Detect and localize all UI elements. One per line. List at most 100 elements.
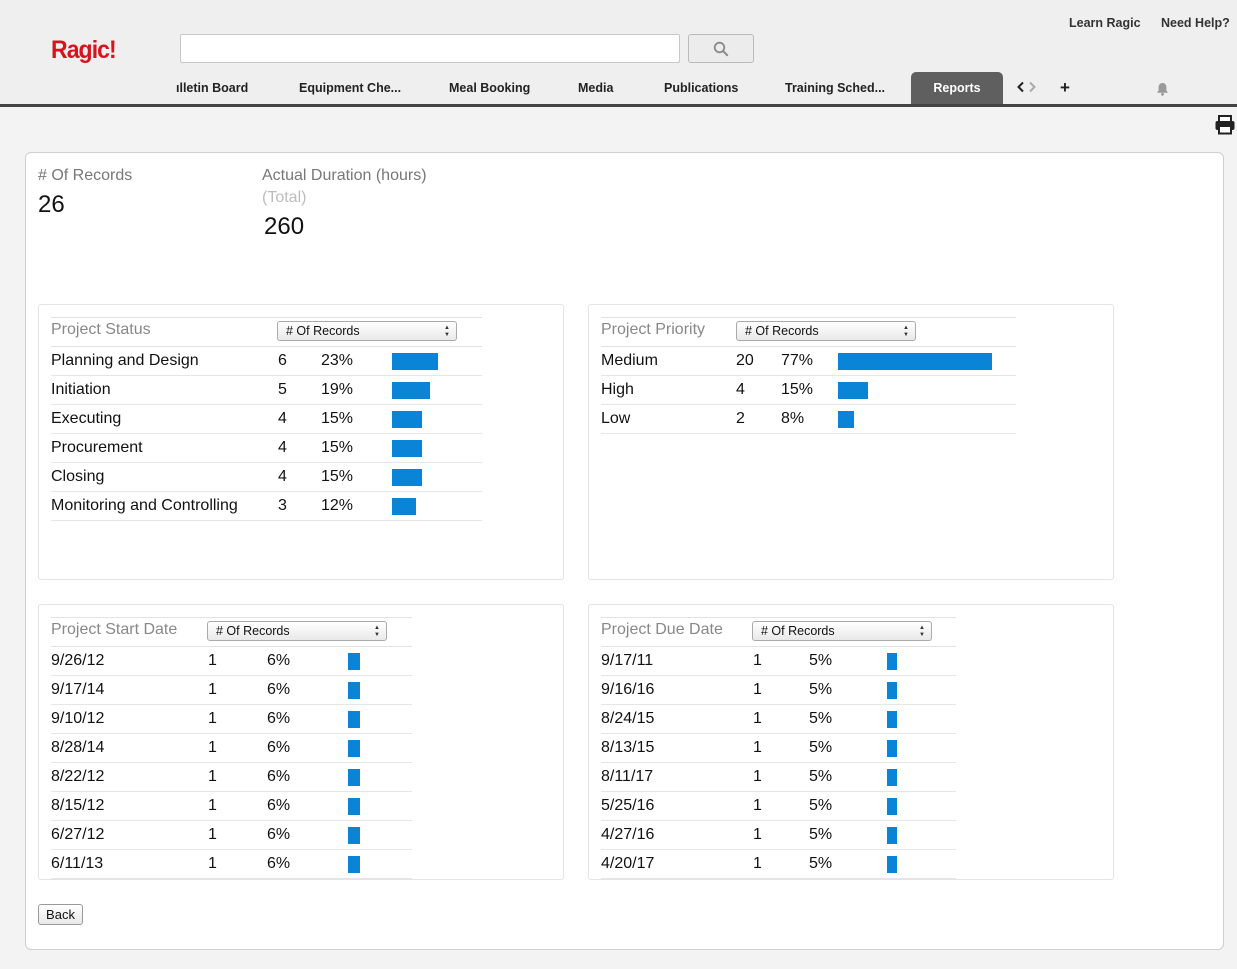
- table-row[interactable]: 6/11/13 1 6%: [51, 850, 412, 879]
- row-percent: 5%: [809, 768, 833, 785]
- table-row[interactable]: 9/10/12 1 6%: [51, 705, 412, 734]
- project-start-date-title: Project Start Date: [51, 621, 178, 638]
- row-label: 6/27/12: [51, 826, 105, 843]
- row-count: 6: [278, 352, 287, 369]
- tab-equipment-checkout[interactable]: Equipment Che...: [299, 72, 401, 104]
- row-bar: [887, 798, 897, 815]
- ragic-logo[interactable]: Ragic!: [51, 36, 117, 65]
- table-row[interactable]: 6/27/12 1 6%: [51, 821, 412, 850]
- search-button[interactable]: [688, 34, 754, 63]
- project-start-date-metric-select[interactable]: # Of Records ▲ ▼: [207, 621, 387, 641]
- tab-meal-booking[interactable]: Meal Booking: [449, 72, 530, 104]
- table-row[interactable]: Initiation 5 19%: [51, 376, 482, 405]
- row-bar: [392, 382, 430, 399]
- row-count: 1: [753, 855, 762, 872]
- table-row[interactable]: 8/13/15 1 5%: [601, 734, 956, 763]
- row-label: 8/24/15: [601, 710, 655, 727]
- bell-icon[interactable]: [1156, 82, 1169, 99]
- row-label: Planning and Design: [51, 352, 199, 369]
- row-percent: 23%: [321, 352, 354, 369]
- table-row[interactable]: 9/17/14 1 6%: [51, 676, 412, 705]
- print-icon[interactable]: [1214, 115, 1236, 140]
- row-bar: [348, 856, 360, 873]
- project-priority-metric-select[interactable]: # Of Records ▲ ▼: [736, 321, 916, 341]
- tab-training-schedule[interactable]: Training Sched...: [785, 72, 885, 104]
- select-arrows-icon: ▲ ▼: [903, 325, 909, 338]
- project-status-header-line: [51, 317, 482, 318]
- table-row[interactable]: 8/11/17 1 5%: [601, 763, 956, 792]
- table-row[interactable]: Executing 4 15%: [51, 405, 482, 434]
- row-bar: [348, 769, 360, 786]
- project-priority-title: Project Priority: [601, 321, 706, 338]
- row-bar: [392, 353, 438, 370]
- table-row[interactable]: 4/27/16 1 5%: [601, 821, 956, 850]
- learn-ragic-link[interactable]: Learn Ragic: [1069, 16, 1141, 30]
- project-due-date-header-line: [601, 617, 956, 618]
- row-percent: 6%: [267, 739, 291, 756]
- project-status-metric-select[interactable]: # Of Records ▲ ▼: [277, 321, 457, 341]
- add-tab-button[interactable]: +: [1060, 78, 1070, 98]
- need-help-link[interactable]: Need Help?: [1161, 16, 1230, 30]
- row-bar: [887, 653, 897, 670]
- table-row[interactable]: 9/17/11 1 5%: [601, 647, 956, 676]
- table-row[interactable]: Monitoring and Controlling 3 12%: [51, 492, 482, 521]
- row-label: 9/17/11: [601, 652, 654, 669]
- row-count: 1: [208, 710, 217, 727]
- back-button[interactable]: Back: [38, 904, 83, 925]
- tab-media[interactable]: Media: [578, 72, 613, 104]
- table-row[interactable]: Planning and Design 6 23%: [51, 347, 482, 376]
- row-label: 9/10/12: [51, 710, 105, 727]
- row-count: 20: [736, 352, 754, 369]
- row-bar: [887, 682, 897, 699]
- row-percent: 19%: [321, 381, 354, 398]
- select-arrows-icon: ▲ ▼: [919, 625, 925, 638]
- row-percent: 6%: [267, 826, 291, 843]
- project-start-date-header-line: [51, 617, 412, 618]
- row-percent: 5%: [809, 739, 833, 756]
- table-row[interactable]: 8/28/14 1 6%: [51, 734, 412, 763]
- table-row[interactable]: 9/16/16 1 5%: [601, 676, 956, 705]
- table-row[interactable]: Low 2 8%: [601, 405, 1016, 434]
- row-count: 4: [278, 468, 287, 485]
- row-count: 1: [208, 768, 217, 785]
- row-bar: [392, 440, 422, 457]
- tab-bulletin-board[interactable]: ılletin Board: [176, 72, 248, 104]
- row-bar: [348, 827, 360, 844]
- table-row[interactable]: 9/26/12 1 6%: [51, 647, 412, 676]
- row-label: 9/16/16: [601, 681, 655, 698]
- table-row[interactable]: 8/15/12 1 6%: [51, 792, 412, 821]
- tab-scroll-right-icon[interactable]: [1027, 80, 1037, 96]
- table-row[interactable]: 5/25/16 1 5%: [601, 792, 956, 821]
- row-label: 8/15/12: [51, 797, 105, 814]
- search-icon: [713, 41, 729, 56]
- row-count: 4: [736, 381, 745, 398]
- select-value: # Of Records: [216, 624, 290, 638]
- row-bar: [887, 769, 897, 786]
- row-count: 2: [736, 410, 745, 427]
- table-row[interactable]: 8/24/15 1 5%: [601, 705, 956, 734]
- search-input[interactable]: [180, 34, 680, 63]
- select-value: # Of Records: [745, 324, 819, 338]
- table-row[interactable]: High 4 15%: [601, 376, 1016, 405]
- row-percent: 15%: [321, 439, 354, 456]
- row-count: 1: [208, 739, 217, 756]
- row-percent: 6%: [267, 652, 291, 669]
- tab-publications[interactable]: Publications: [664, 72, 738, 104]
- tab-reports[interactable]: Reports: [911, 72, 1003, 104]
- table-row[interactable]: Procurement 4 15%: [51, 434, 482, 463]
- table-row[interactable]: Medium 20 77%: [601, 347, 1016, 376]
- row-bar: [348, 798, 360, 815]
- table-row[interactable]: Closing 4 15%: [51, 463, 482, 492]
- project-due-date-metric-select[interactable]: # Of Records ▲ ▼: [752, 621, 932, 641]
- row-label: 9/17/14: [51, 681, 105, 698]
- row-label: Low: [601, 410, 631, 427]
- row-count: 1: [753, 710, 762, 727]
- table-row[interactable]: 8/22/12 1 6%: [51, 763, 412, 792]
- table-row[interactable]: 4/20/17 1 5%: [601, 850, 956, 879]
- tab-scroll-left-icon[interactable]: [1016, 80, 1026, 96]
- duration-value: 260: [264, 213, 305, 240]
- row-percent: 5%: [809, 797, 833, 814]
- row-percent: 15%: [781, 381, 814, 398]
- row-label: 9/26/12: [51, 652, 105, 669]
- row-bar: [838, 353, 992, 370]
